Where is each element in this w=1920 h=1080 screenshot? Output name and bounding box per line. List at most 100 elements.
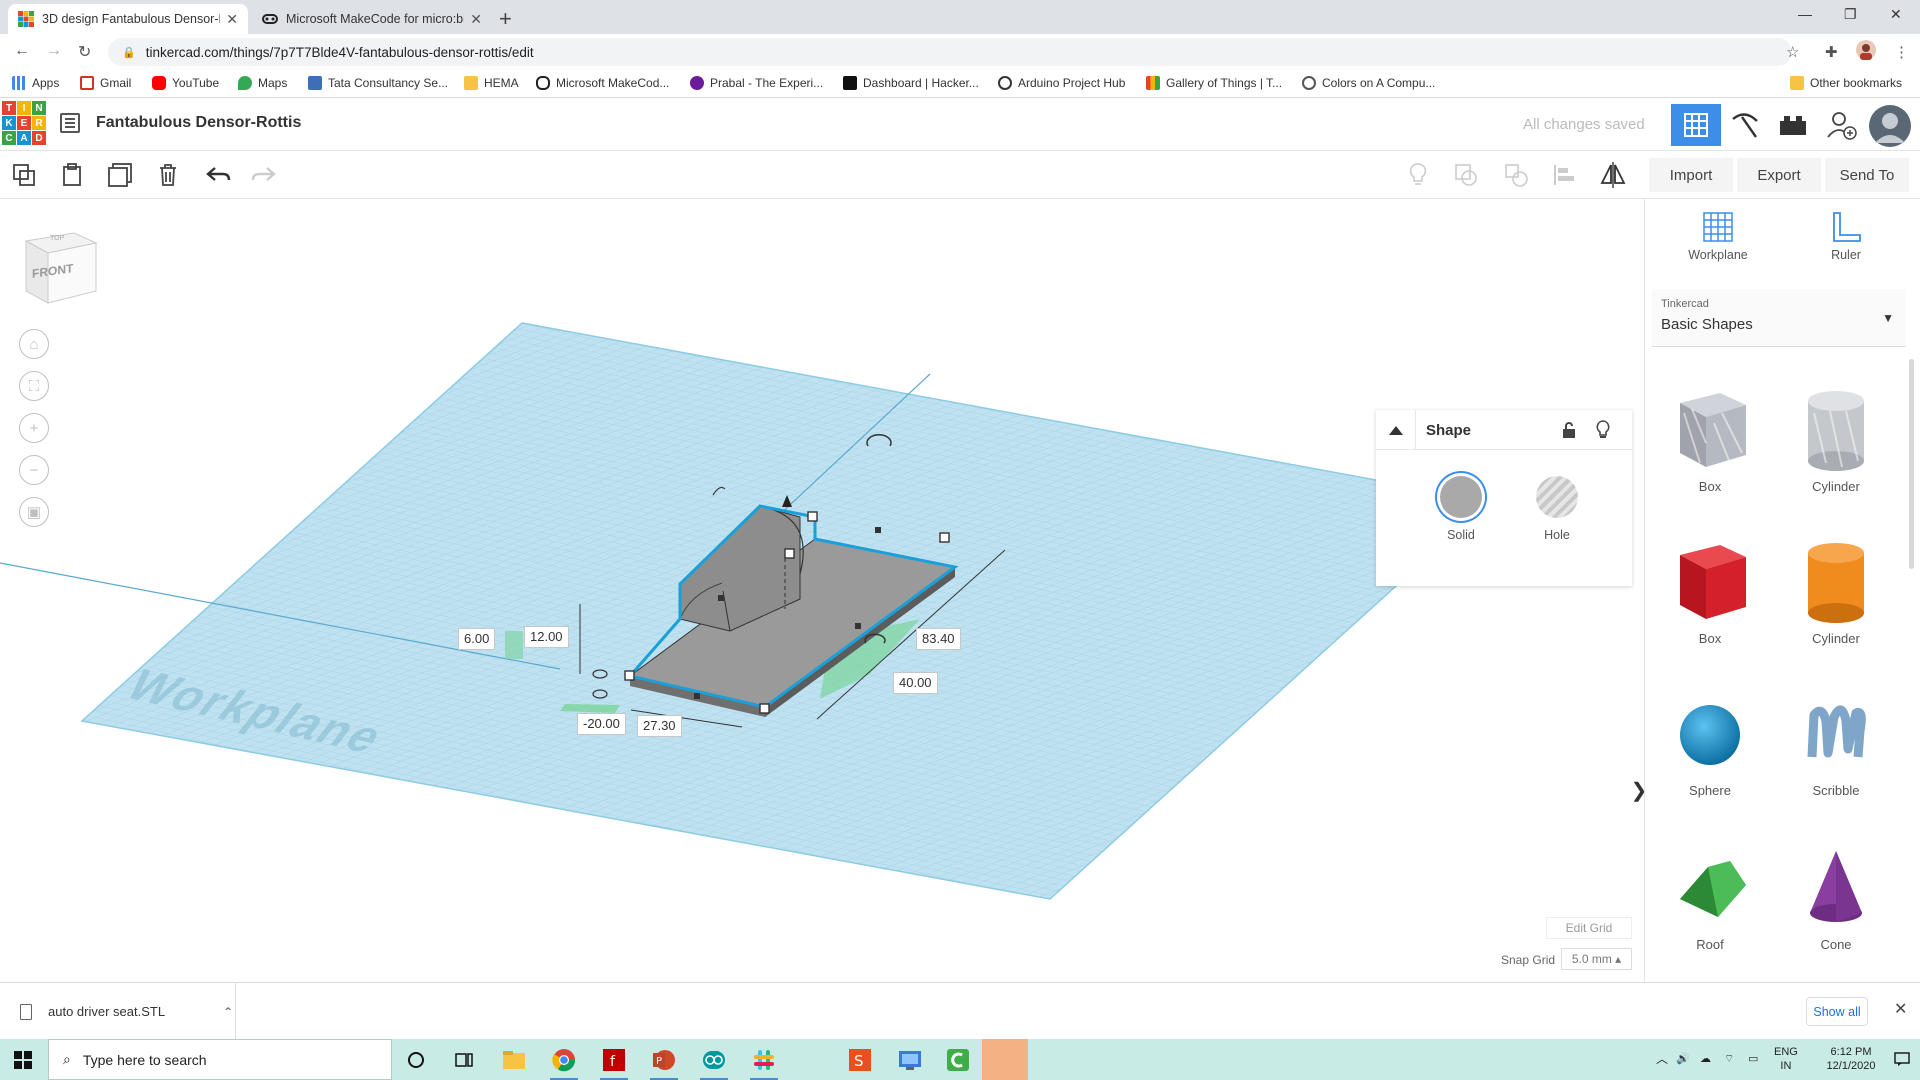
perspective-icon[interactable]: ▣ xyxy=(19,497,49,527)
zoom-in-icon[interactable]: + xyxy=(19,413,49,443)
bookmark-gmail[interactable]: Gmail xyxy=(80,76,131,90)
view-cube[interactable]: FRONT TOP xyxy=(22,231,98,305)
restore-window-icon[interactable]: ❐ xyxy=(1844,6,1857,23)
shape-box-gray[interactable]: Box xyxy=(1655,383,1765,494)
import-button[interactable]: Import xyxy=(1649,158,1733,192)
zoom-out-icon[interactable]: − xyxy=(19,455,49,485)
solid-option[interactable]: Solid xyxy=(1426,476,1496,542)
reload-icon[interactable]: ↻ xyxy=(78,42,91,62)
dimension-label-40[interactable]: 40.00 xyxy=(893,672,938,694)
chrome-icon[interactable] xyxy=(540,1039,588,1080)
wifi-icon[interactable]: ⌔ xyxy=(1724,1052,1734,1066)
send-to-button[interactable]: Send To xyxy=(1825,158,1909,192)
new-tab-button[interactable]: + xyxy=(499,6,512,32)
export-button[interactable]: Export xyxy=(1737,158,1821,192)
workplane-scene[interactable] xyxy=(0,199,1644,982)
language-indicator[interactable]: ENG IN xyxy=(1774,1045,1798,1073)
download-item[interactable]: auto driver seat.STL ⌃ xyxy=(0,983,236,1040)
group-icon[interactable] xyxy=(1452,161,1480,189)
windows-start-icon[interactable] xyxy=(0,1039,46,1080)
clock[interactable]: 6:12 PM 12/1/2020 xyxy=(1816,1045,1886,1073)
3d-view-button[interactable] xyxy=(1671,104,1721,146)
ungroup-icon[interactable] xyxy=(1502,161,1530,189)
taskbar-search[interactable]: ⌕ Type here to search xyxy=(48,1039,392,1080)
notifications-icon[interactable] xyxy=(1894,1051,1910,1071)
copy-icon[interactable] xyxy=(10,161,38,189)
expand-panel-chevron-icon[interactable]: ❯ xyxy=(1631,770,1644,810)
shape-scribble[interactable]: Scribble xyxy=(1781,687,1891,798)
bookmark-arduino[interactable]: Arduino Project Hub xyxy=(998,76,1125,90)
undo-icon[interactable] xyxy=(204,161,232,189)
close-window-icon[interactable]: ✕ xyxy=(1890,6,1902,23)
shape-library-dropdown[interactable]: Tinkercad Basic Shapes ▼ xyxy=(1652,289,1906,347)
workplane-tool[interactable]: Workplane xyxy=(1673,211,1763,262)
browser-menu-icon[interactable]: ⋮ xyxy=(1894,43,1909,61)
show-all-downloads-button[interactable]: Show all xyxy=(1806,997,1868,1026)
bookmark-maps[interactable]: Maps xyxy=(238,76,287,90)
url-field[interactable]: 🔒 tinkercad.com/things/7p7T7Blde4V-fanta… xyxy=(108,38,1792,66)
paste-icon[interactable] xyxy=(58,161,86,189)
other-bookmarks[interactable]: Other bookmarks xyxy=(1790,76,1902,90)
blocks-button[interactable] xyxy=(1722,107,1768,143)
design-title[interactable]: Fantabulous Densor-Rottis xyxy=(96,114,301,132)
minimize-window-icon[interactable]: — xyxy=(1798,6,1812,22)
active-app-icon[interactable] xyxy=(982,1039,1028,1080)
camtasia-icon[interactable] xyxy=(934,1039,982,1080)
tinkercad-logo[interactable]: T I N K E R C A D xyxy=(2,101,46,145)
dimension-label-width[interactable]: 27.30 xyxy=(637,715,682,737)
cortana-icon[interactable] xyxy=(392,1039,440,1080)
file-explorer-icon[interactable] xyxy=(490,1039,538,1080)
bookmark-prabal[interactable]: Prabal - The Experi... xyxy=(690,76,823,90)
fit-view-icon[interactable]: ⛶ xyxy=(19,371,49,401)
browser-tab-makecode[interactable]: Microsoft MakeCode for micro:bi ✕ xyxy=(252,4,492,34)
task-view-icon[interactable] xyxy=(440,1039,488,1080)
ruler-tool[interactable]: Ruler xyxy=(1801,211,1891,262)
bookmark-hema[interactable]: HEMA xyxy=(464,76,519,90)
shape-cone[interactable]: Cone xyxy=(1781,841,1891,952)
design-list-icon[interactable] xyxy=(60,113,80,133)
home-view-icon[interactable]: ⌂ xyxy=(19,329,49,359)
bookmark-gallery[interactable]: Gallery of Things | T... xyxy=(1146,76,1282,90)
dimension-label-height[interactable]: 12.00 xyxy=(524,626,569,648)
hole-option[interactable]: Hole xyxy=(1522,476,1592,542)
app-s-icon[interactable]: S xyxy=(836,1039,884,1080)
browser-tab-tinkercad[interactable]: 3D design Fantabulous Densor-R ✕ xyxy=(8,4,248,34)
duplicate-icon[interactable] xyxy=(106,161,134,189)
delete-icon[interactable] xyxy=(154,161,182,189)
close-tab-icon[interactable]: ✕ xyxy=(226,11,238,28)
volume-icon[interactable]: 🔊 xyxy=(1676,1052,1690,1066)
bookmark-star-icon[interactable]: ☆ xyxy=(1786,43,1799,61)
visibility-lightbulb-icon[interactable] xyxy=(1596,420,1610,445)
redo-icon[interactable] xyxy=(250,161,278,189)
align-icon[interactable] xyxy=(1550,161,1578,189)
bricks-button[interactable] xyxy=(1770,107,1816,143)
collapse-inspector-icon[interactable] xyxy=(1376,410,1416,450)
show-all-lightbulb-icon[interactable] xyxy=(1404,161,1432,189)
filezilla-icon[interactable]: f xyxy=(590,1039,638,1080)
close-tab-icon[interactable]: ✕ xyxy=(470,11,482,28)
shape-sphere[interactable]: Sphere xyxy=(1655,687,1765,798)
shape-cylinder-orange[interactable]: Cylinder xyxy=(1781,535,1891,646)
extensions-icon[interactable]: ✚ xyxy=(1825,43,1838,61)
onedrive-icon[interactable]: ☁ xyxy=(1700,1052,1711,1066)
bookmark-makecode[interactable]: Microsoft MakeCod... xyxy=(536,76,669,90)
library-scrollbar[interactable] xyxy=(1909,359,1914,569)
bookmark-youtube[interactable]: YouTube xyxy=(152,76,219,90)
user-avatar[interactable] xyxy=(1868,104,1912,148)
edit-grid-button[interactable]: Edit Grid xyxy=(1546,917,1632,939)
shape-cylinder-gray[interactable]: Cylinder xyxy=(1781,383,1891,494)
close-download-bar-icon[interactable]: ✕ xyxy=(1894,999,1907,1019)
bookmark-tcs[interactable]: Tata Consultancy Se... xyxy=(308,76,448,90)
invite-people-button[interactable] xyxy=(1818,107,1864,143)
mirror-icon[interactable] xyxy=(1598,161,1626,189)
dimension-label-6[interactable]: 6.00 xyxy=(458,628,496,650)
chevron-up-icon[interactable]: ⌃ xyxy=(223,1005,233,1019)
arduino-ide-icon[interactable] xyxy=(690,1039,738,1080)
shape-box-red[interactable]: Box xyxy=(1655,535,1765,646)
battery-icon[interactable]: ▭ xyxy=(1748,1052,1758,1066)
tray-chevron-icon[interactable]: ︿ xyxy=(1656,1052,1668,1066)
dimension-label-x[interactable]: -20.00 xyxy=(577,713,626,735)
shape-roof[interactable]: Roof xyxy=(1655,841,1765,952)
powerpoint-icon[interactable]: P xyxy=(640,1039,688,1080)
back-icon[interactable]: ← xyxy=(14,42,30,60)
